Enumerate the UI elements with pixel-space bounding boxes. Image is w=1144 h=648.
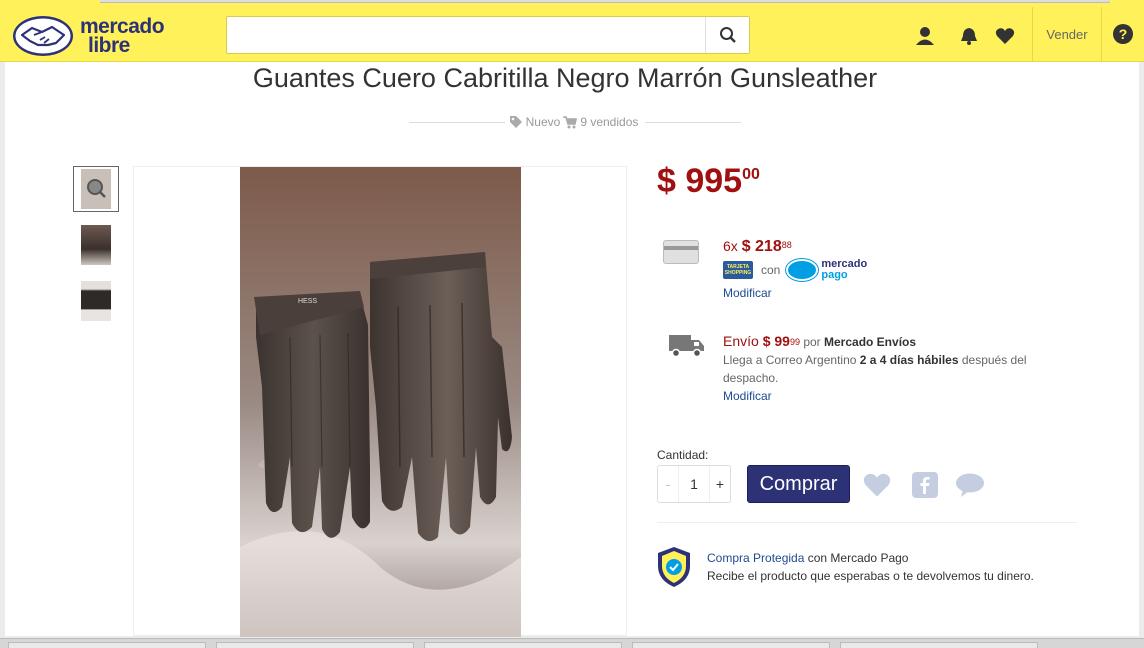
facebook-icon[interactable] xyxy=(910,472,940,498)
product-image[interactable]: HESS xyxy=(240,167,521,637)
section-divider xyxy=(657,522,1077,523)
quantity-label: Cantidad: xyxy=(657,448,709,462)
tarjeta-shopping-badge: TARJETA SHOPPING xyxy=(723,261,753,279)
shipping-provider: Mercado Envíos xyxy=(824,335,917,349)
quantity-plus-button[interactable]: + xyxy=(710,476,730,492)
mercadopago-logo: mercado pago xyxy=(786,259,867,281)
heart-icon[interactable] xyxy=(994,25,1016,47)
sold-count: 9 vendidos xyxy=(580,115,639,129)
product-image-box: HESS xyxy=(133,166,627,637)
thumbnail-1[interactable] xyxy=(73,166,119,212)
installments: 6x $ 21888 xyxy=(723,238,792,256)
product-title: Guantes Cuero Cabritilla Negro Marrón Gu… xyxy=(252,63,878,93)
handshake-logo-icon xyxy=(13,16,73,56)
delivery-estimate: Llega a Correo Argentino 2 a 4 días hábi… xyxy=(723,351,1083,387)
favorite-heart-icon[interactable] xyxy=(862,472,892,498)
shipping-price: $ 99 xyxy=(762,333,790,349)
credit-card-icon xyxy=(663,240,699,264)
buyer-protection: Compra Protegida con Mercado Pago Recibe… xyxy=(657,546,1097,590)
installment-cents: 88 xyxy=(781,240,792,250)
condition-label: Nuevo xyxy=(525,115,561,129)
truck-icon xyxy=(669,335,704,358)
thumbnail-2[interactable] xyxy=(73,222,119,268)
protection-description: Recibe el producto que esperabas o te de… xyxy=(707,569,1034,583)
bell-icon[interactable] xyxy=(958,25,980,47)
shipping-cents: 99 xyxy=(789,337,800,347)
modify-shipping-link[interactable]: Modificar xyxy=(723,387,1083,405)
glove-tag: HESS xyxy=(298,298,317,305)
help-icon[interactable]: ? xyxy=(1113,24,1133,44)
quantity-stepper[interactable]: - 1 + xyxy=(657,465,731,503)
logo-text-line2: libre xyxy=(88,34,130,57)
protected-purchase-link[interactable]: Compra Protegida xyxy=(707,551,804,565)
delivery-prefix: Llega a Correo Argentino xyxy=(723,353,857,367)
quantity-minus-button[interactable]: - xyxy=(658,476,678,492)
installment-amount: $ 218 xyxy=(741,238,782,255)
product-page: Guantes Cuero Cabritilla Negro Marrón Gu… xyxy=(5,62,1139,637)
payment-badges: TARJETA SHOPPING con mercado pago xyxy=(723,258,867,282)
con-label: con xyxy=(761,263,781,277)
search-button[interactable] xyxy=(705,17,749,53)
price-cents: 00 xyxy=(742,166,760,183)
cart-icon xyxy=(563,115,578,128)
shipping-label: Envío xyxy=(723,333,759,349)
quantity-field[interactable]: 1 xyxy=(678,466,710,502)
product-price: $ 99500 xyxy=(657,162,760,201)
browser-top-strip xyxy=(0,0,1144,7)
browser-bottom-bar xyxy=(0,638,1144,648)
comment-icon[interactable] xyxy=(955,472,985,498)
installments-count: 6x xyxy=(723,238,738,254)
mp-text-2: pago xyxy=(821,269,848,281)
search-input[interactable] xyxy=(226,16,750,54)
zoom-icon xyxy=(87,179,106,198)
price-integer: $ 995 xyxy=(657,162,743,200)
mercadolibre-logo[interactable]: mercado libre xyxy=(12,13,182,59)
modify-payment-link[interactable]: Modificar xyxy=(723,286,772,300)
tag-icon xyxy=(509,116,522,128)
search-icon xyxy=(719,27,736,43)
protection-suffix: con Mercado Pago xyxy=(807,551,909,565)
product-meta: Nuevo 9 vendidos xyxy=(405,114,745,130)
delivery-days: 2 a 4 días hábiles xyxy=(859,353,959,367)
buy-button[interactable]: Comprar xyxy=(747,465,850,503)
shipping-cost: Envío $ 9999 xyxy=(723,333,800,349)
thumbnail-3[interactable] xyxy=(73,278,119,324)
shipping-section: Envío $ 9999 por Mercado Envíos Llega a … xyxy=(663,332,1083,412)
sell-link[interactable]: Vender xyxy=(1032,7,1102,62)
shield-icon xyxy=(658,547,690,587)
shipping-by-prefix: por xyxy=(803,335,821,349)
mercadopago-handshake-icon xyxy=(786,259,819,281)
site-header: mercado libre xyxy=(0,7,1144,62)
payment-section: 6x $ 21888 TARJETA SHOPPING con mercado p… xyxy=(663,236,1083,306)
user-icon[interactable] xyxy=(914,25,936,47)
